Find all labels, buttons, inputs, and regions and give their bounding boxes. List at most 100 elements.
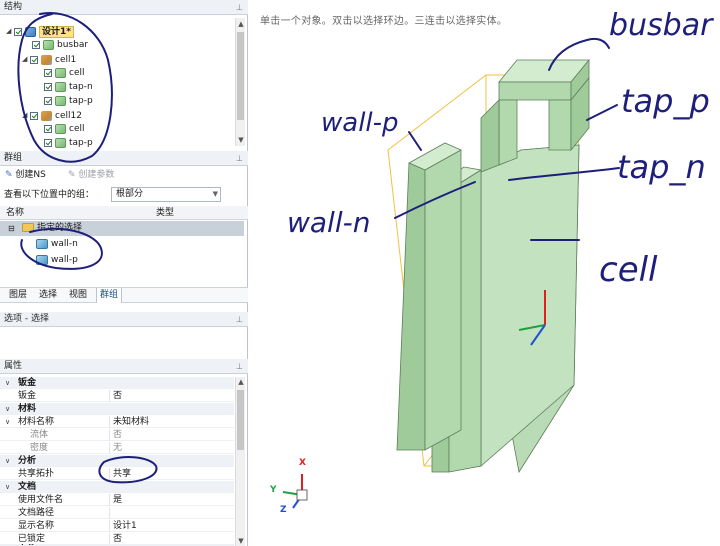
tab-groups[interactable]: 群组 <box>96 288 123 303</box>
property-value[interactable]: 未知材料 <box>113 416 149 428</box>
tree-item-label: busbar <box>57 40 89 50</box>
annotation-tap-n: tap_n <box>617 148 706 186</box>
scroll-down-icon[interactable]: ▼ <box>236 136 246 144</box>
tree-item-tap-p-2[interactable]: tap-p <box>44 137 93 150</box>
component-icon <box>41 54 52 65</box>
checkbox[interactable] <box>30 55 38 64</box>
tree-item-busbar[interactable]: busbar <box>32 39 88 52</box>
scroll-down-icon[interactable]: ▼ <box>236 537 246 545</box>
create-ns-button[interactable]: ✎ 创建NS <box>5 169 46 182</box>
properties-scrollbar[interactable]: ▲ ▼ <box>235 377 245 546</box>
create-param-button[interactable]: ✎ 创建参数 <box>68 169 114 182</box>
category-material[interactable]: ∨ 材料 <box>0 403 234 415</box>
design-icon <box>25 26 36 37</box>
category-document[interactable]: ∨ 文档 <box>0 481 234 493</box>
checkbox[interactable] <box>30 111 38 120</box>
checkbox[interactable] <box>44 124 52 133</box>
panel-tabs: 图层 选择 视图 群组 <box>0 287 248 303</box>
col-type-header[interactable]: 类型 <box>156 206 174 220</box>
property-value[interactable]: 否 <box>113 390 122 402</box>
category-sheet-metal[interactable]: ∨ 钣金 <box>0 377 234 389</box>
property-row-density: 密度 无 <box>0 442 234 454</box>
group-item-wall-n[interactable]: wall-n <box>36 238 78 251</box>
tree-item-cell12[interactable]: ◢ cell12 <box>22 109 82 122</box>
create-ns-icon: ✎ <box>5 170 13 180</box>
tab-selection[interactable]: 选择 <box>36 288 60 303</box>
annotation-wall-n: wall-n <box>287 206 371 239</box>
property-row-share-topology[interactable]: 共享拓扑 共享 <box>0 468 234 480</box>
body-icon <box>55 67 66 78</box>
tree-item-tap-p[interactable]: tap-p <box>44 95 93 108</box>
checkbox[interactable] <box>44 68 52 77</box>
wall-p-body <box>396 142 462 451</box>
pin-icon[interactable]: ⊥ <box>236 359 243 374</box>
property-value[interactable]: 共享 <box>113 468 131 480</box>
pin-icon[interactable]: ⊥ <box>236 312 243 327</box>
property-value[interactable]: 设计1 <box>113 520 137 532</box>
triad-z-label: Z <box>280 505 287 515</box>
collapse-icon[interactable]: ⊟ <box>8 221 15 236</box>
tree-item-label: tap-p <box>69 96 93 106</box>
collapse-icon[interactable]: ◢ <box>6 25 14 38</box>
structure-panel-title: 结构 ⊥ <box>0 0 248 15</box>
pin-icon[interactable]: ⊥ <box>236 0 243 15</box>
collapse-icon[interactable]: ∨ <box>5 416 10 428</box>
create-param-icon: ✎ <box>68 170 76 180</box>
tab-layers[interactable]: 图层 <box>6 288 30 303</box>
tree-item-label: tap-n <box>69 82 93 92</box>
component-icon <box>41 110 52 121</box>
property-key: 钣金 <box>18 391 37 401</box>
collapse-icon[interactable]: ∨ <box>5 455 10 467</box>
collapse-icon[interactable]: ◢ <box>22 109 30 122</box>
scroll-up-icon[interactable]: ▲ <box>236 20 246 28</box>
named-selection-icon <box>36 254 48 265</box>
properties-title-label: 属性 <box>4 361 23 371</box>
col-name-header[interactable]: 名称 <box>6 206 24 220</box>
property-row-material-name[interactable]: ∨ 材料名称 未知材料 <box>0 416 234 428</box>
group-item-label: wall-n <box>51 239 78 249</box>
lookup-label: 查看以下位置中的组： <box>4 190 95 200</box>
property-row-sheet-metal[interactable]: 钣金 否 <box>0 390 234 402</box>
viewport[interactable]: 单击一个对象。双击以选择环边。三连击以选择实体。 busbar tap_p ta… <box>249 0 720 546</box>
property-value[interactable]: 是 <box>113 494 122 506</box>
property-row-display-name[interactable]: 显示名称 设计1 <box>0 520 234 532</box>
pin-icon[interactable]: ⊥ <box>236 151 243 166</box>
scroll-thumb[interactable] <box>237 390 244 450</box>
property-row-use-filename[interactable]: 使用文件名 是 <box>0 494 234 506</box>
tree-item-label: cell <box>69 68 85 78</box>
scroll-up-icon[interactable]: ▲ <box>236 378 246 386</box>
structure-tree: ◢ 设计1* busbar ◢ cell1 cell tap-n tap-p ◢ ce… <box>0 18 232 148</box>
group-folder-row[interactable]: ⊟ 指定的选择 <box>0 221 244 236</box>
scroll-thumb[interactable] <box>237 32 244 120</box>
group-folder-label: 指定的选择 <box>37 223 83 233</box>
property-key: 文档路径 <box>18 508 55 518</box>
collapse-icon[interactable]: ∨ <box>5 403 10 415</box>
checkbox[interactable] <box>32 40 40 49</box>
property-key: 文档 <box>18 482 37 492</box>
lookup-location-select[interactable]: 根部分 ▼ <box>111 187 221 202</box>
annotation-wall-p: wall-p <box>321 108 399 138</box>
checkbox[interactable] <box>44 82 52 91</box>
tree-item-cell1[interactable]: ◢ cell1 <box>22 53 76 66</box>
checkbox[interactable] <box>44 96 52 105</box>
tree-item-cell-2[interactable]: cell <box>44 123 85 136</box>
collapse-icon[interactable]: ∨ <box>5 481 10 493</box>
tree-item-tap-n[interactable]: tap-n <box>44 81 93 94</box>
create-ns-label: 创建NS <box>15 170 46 180</box>
structure-scrollbar[interactable]: ▲ ▼ <box>235 18 245 146</box>
tab-views[interactable]: 视图 <box>66 288 90 303</box>
property-key: 密度 <box>30 443 49 453</box>
property-row-fluid: 流体 否 <box>0 429 234 441</box>
group-item-wall-p[interactable]: wall-p <box>36 254 78 267</box>
category-analysis[interactable]: ∨ 分析 <box>0 455 234 467</box>
triad-x-label: X <box>299 458 306 468</box>
checkbox[interactable] <box>44 138 52 147</box>
tree-item-label: 设计1* <box>39 26 74 38</box>
property-row-document-path[interactable]: 文档路径 <box>0 507 234 519</box>
tree-item-cell[interactable]: cell <box>44 67 85 80</box>
collapse-icon[interactable]: ◢ <box>22 53 30 66</box>
collapse-icon[interactable]: ∨ <box>5 377 10 389</box>
checkbox[interactable] <box>14 27 22 36</box>
tree-item-design[interactable]: ◢ 设计1* <box>6 25 74 38</box>
chevron-down-icon[interactable]: ▼ <box>213 188 218 201</box>
